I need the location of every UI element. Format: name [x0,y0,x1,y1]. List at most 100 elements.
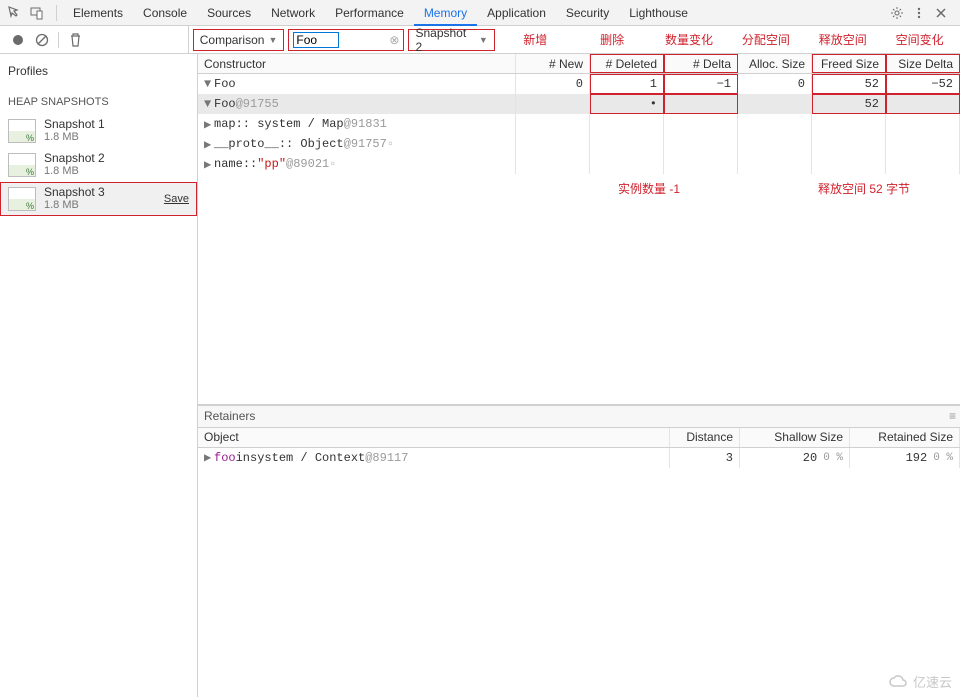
value-cell [590,134,664,154]
table-body-area: 实例数量 -1 释放空间 52 字节 [198,174,960,404]
inspect-icon[interactable] [6,4,24,22]
col-alloc[interactable]: Alloc. Size [738,54,812,73]
value-cell [590,154,664,174]
snapshot-size: 1.8 MB [44,165,105,178]
value-cell [812,114,886,134]
value-cell [812,134,886,154]
value-cell: 52 [812,94,886,114]
record-icon[interactable] [6,28,30,52]
separator [58,32,59,48]
baseline-select[interactable]: Snapshot 2 ▼ [408,29,494,51]
col-distance[interactable]: Distance [670,428,740,447]
separator [56,5,57,21]
snapshot-name: Snapshot 1 [44,118,105,131]
retainer-shallow: 200 % [740,448,850,468]
value-cell [812,154,886,174]
table-row[interactable]: ▼Foo @91755•52 [198,94,960,114]
retainer-distance: 3 [670,448,740,468]
annotation: 数量变化 [653,31,726,48]
col-retained[interactable]: Retained Size [850,428,960,447]
collapse-arrow-icon[interactable]: ▼ [204,97,214,111]
value-cell [886,114,960,134]
profile-controls [0,26,189,53]
tab-application[interactable]: Application [477,0,556,26]
value-cell [664,154,738,174]
col-shallow[interactable]: Shallow Size [740,428,850,447]
constructor-cell: ▼Foo @91755 [198,94,516,114]
snapshot-thumb-icon [8,153,36,177]
value-cell: 52 [812,74,886,94]
menu-icon[interactable]: ≡ [949,409,956,423]
snapshot-group-label: HEAP SNAPSHOTS [0,84,197,114]
value-cell [516,154,590,174]
class-filter[interactable]: ⊗ [288,29,404,51]
settings-gear-icon[interactable] [888,4,906,22]
snapshot-item[interactable]: Snapshot 31.8 MBSave [0,182,197,216]
view-mode-select[interactable]: Comparison ▼ [193,29,285,51]
value-cell [664,94,738,114]
expand-arrow-icon[interactable]: ▶ [204,117,214,132]
snapshot-name: Snapshot 2 [44,152,105,165]
table-row[interactable]: ▶map :: system / Map @91831 [198,114,960,134]
value-cell: −52 [886,74,960,94]
retainers-header: Object Distance Shallow Size Retained Si… [198,428,960,448]
value-cell: −1 [664,74,738,94]
expand-arrow-icon[interactable]: ▶ [204,157,214,172]
value-cell [516,114,590,134]
constructor-cell: ▶map :: system / Map @91831 [198,114,516,134]
class-filter-input[interactable] [293,32,339,48]
tab-console[interactable]: Console [133,0,197,26]
table-row[interactable]: ▼Foo01−1052−52 [198,74,960,94]
tab-security[interactable]: Security [556,0,619,26]
collapse-arrow-icon[interactable]: ▼ [204,77,214,91]
expand-arrow-icon[interactable]: ▶ [204,450,214,465]
tab-elements[interactable]: Elements [63,0,133,26]
kebab-menu-icon[interactable] [910,4,928,22]
view-mode-label: Comparison [200,33,265,47]
value-cell [738,94,812,114]
table-row[interactable]: ▶name :: "pp" @89021 ▫ [198,154,960,174]
col-new[interactable]: # New [516,54,590,73]
delete-icon[interactable] [63,28,87,52]
table-row[interactable]: ▶__proto__ :: Object @91757 ▫ [198,134,960,154]
value-cell [738,114,812,134]
col-constructor[interactable]: Constructor [198,54,516,73]
col-object[interactable]: Object [198,428,670,447]
device-toggle-icon[interactable] [28,4,46,22]
value-cell [664,114,738,134]
devtools-tabbar: ElementsConsoleSourcesNetworkPerformance… [0,0,960,26]
value-cell [664,134,738,154]
tab-network[interactable]: Network [261,0,325,26]
col-delta[interactable]: # Delta [664,54,738,73]
tab-performance[interactable]: Performance [325,0,414,26]
value-cell: 0 [738,74,812,94]
sidebar-title: Profiles [0,54,197,84]
col-deleted[interactable]: # Deleted [590,54,664,73]
snapshot-size: 1.8 MB [44,131,105,144]
tab-lighthouse[interactable]: Lighthouse [619,0,698,26]
annotation: 分配空间 [729,31,802,48]
retainer-retained: 1920 % [850,448,960,468]
close-devtools-icon[interactable] [932,4,950,22]
retainer-object: ▶ foo in system / Context @89117 [198,448,670,468]
value-cell [516,94,590,114]
value-cell [590,114,664,134]
tab-sources[interactable]: Sources [197,0,261,26]
save-link[interactable]: Save [164,193,189,205]
retainer-row[interactable]: ▶ foo in system / Context @89117 3 200 %… [198,448,960,468]
snapshot-item[interactable]: Snapshot 11.8 MB [0,114,197,148]
baseline-label: Snapshot 2 [415,26,474,54]
tab-memory[interactable]: Memory [414,0,477,26]
value-cell: 0 [516,74,590,94]
snapshot-item[interactable]: Snapshot 21.8 MB [0,148,197,182]
chevron-down-icon: ▼ [479,35,488,45]
annotation: 删除 [576,31,649,48]
annotation: 实例数量 -1 [618,180,680,197]
clear-icon[interactable] [30,28,54,52]
expand-arrow-icon[interactable]: ▶ [204,137,214,152]
col-freed[interactable]: Freed Size [812,54,886,73]
clear-filter-icon[interactable]: ⊗ [389,33,399,47]
col-sizedelta[interactable]: Size Delta [886,54,960,73]
value-cell [738,134,812,154]
value-cell [516,134,590,154]
